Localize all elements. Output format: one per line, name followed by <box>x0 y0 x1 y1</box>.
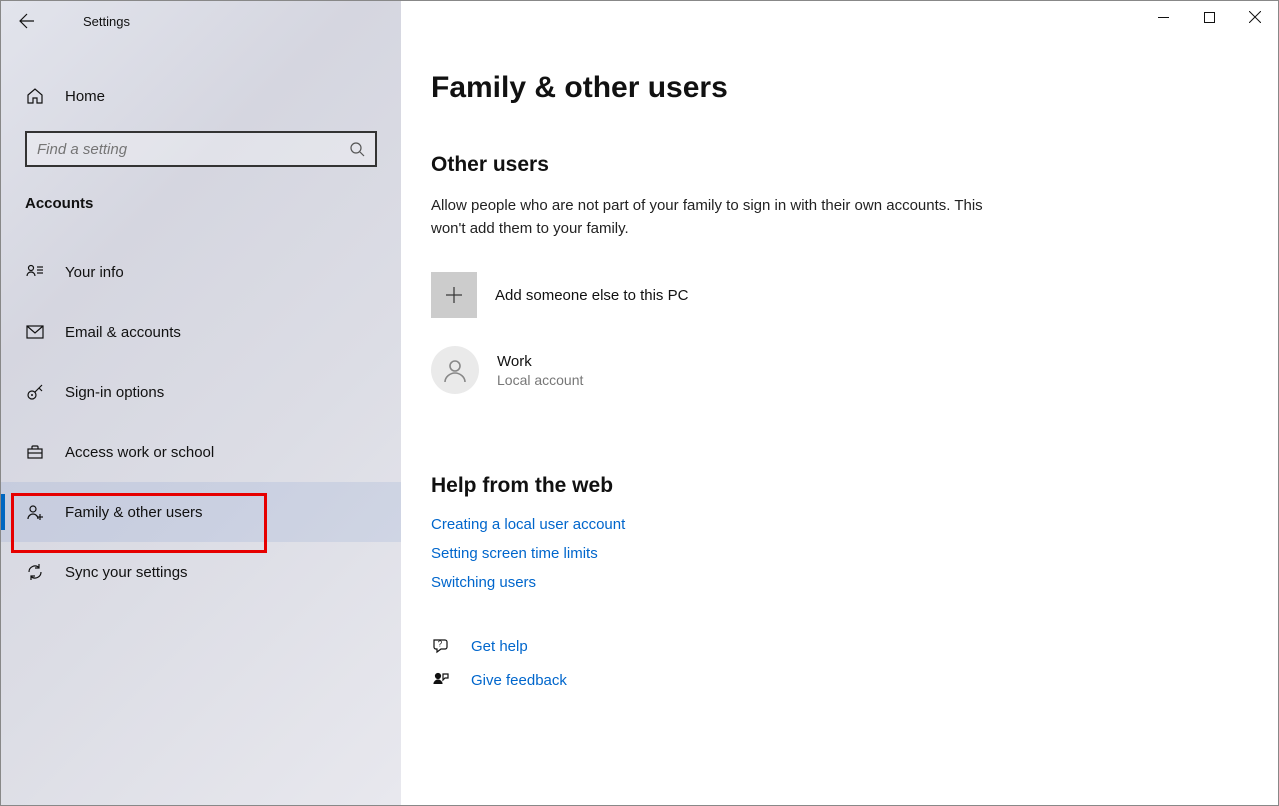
nav-item-family[interactable]: Family & other users <box>1 482 401 542</box>
search-box[interactable] <box>25 131 377 167</box>
nav-items: Your info Email & accounts Sign-in optio… <box>1 242 401 602</box>
help-link[interactable]: Setting screen time limits <box>431 545 1238 562</box>
main-content: Family & other users Other users Allow p… <box>401 1 1278 805</box>
key-icon <box>25 383 45 401</box>
maximize-button[interactable] <box>1186 1 1232 33</box>
minimize-icon <box>1158 12 1169 23</box>
nav-item-label: Sign-in options <box>65 384 164 401</box>
home-nav[interactable]: Home <box>1 71 401 121</box>
help-title: Help from the web <box>431 474 1238 498</box>
user-texts: Work Local account <box>497 353 583 388</box>
nav-item-label: Access work or school <box>65 444 214 461</box>
nav-item-signin[interactable]: Sign-in options <box>1 362 401 422</box>
close-button[interactable] <box>1232 1 1278 33</box>
nav-item-label: Family & other users <box>65 504 203 521</box>
add-user-button[interactable]: Add someone else to this PC <box>431 272 1238 318</box>
titlebar: Settings <box>1 1 401 41</box>
people-add-icon <box>25 503 45 521</box>
user-account-row[interactable]: Work Local account <box>431 346 1238 394</box>
home-icon <box>25 87 45 105</box>
person-icon <box>441 356 469 384</box>
other-users-title: Other users <box>431 153 1238 177</box>
nav-item-email[interactable]: Email & accounts <box>1 302 401 362</box>
give-feedback-link[interactable]: Give feedback <box>431 671 1238 689</box>
give-feedback-label: Give feedback <box>471 672 567 689</box>
footer-links: ? Get help Give feedback <box>431 637 1238 689</box>
help-links: Creating a local user account Setting sc… <box>431 516 1238 591</box>
other-users-desc: Allow people who are not part of your fa… <box>431 195 991 240</box>
briefcase-icon <box>25 443 45 461</box>
page-title: Family & other users <box>431 71 1238 105</box>
window-title: Settings <box>83 14 130 29</box>
add-user-label: Add someone else to this PC <box>495 287 688 304</box>
nav-item-label: Sync your settings <box>65 564 188 581</box>
search-icon <box>349 141 365 157</box>
nav-item-label: Your info <box>65 264 124 281</box>
minimize-button[interactable] <box>1140 1 1186 33</box>
close-icon <box>1249 11 1261 23</box>
nav-item-label: Email & accounts <box>65 324 181 341</box>
arrow-left-icon <box>19 13 35 29</box>
help-link[interactable]: Creating a local user account <box>431 516 1238 533</box>
get-help-link[interactable]: ? Get help <box>431 637 1238 655</box>
maximize-icon <box>1204 12 1215 23</box>
get-help-label: Get help <box>471 638 528 655</box>
feedback-icon <box>431 671 451 689</box>
user-name: Work <box>497 353 583 370</box>
back-button[interactable] <box>13 7 41 35</box>
person-lines-icon <box>25 263 45 281</box>
avatar <box>431 346 479 394</box>
user-subtitle: Local account <box>497 372 583 388</box>
plus-icon <box>443 284 465 306</box>
chat-help-icon: ? <box>431 637 451 655</box>
nav-item-work-school[interactable]: Access work or school <box>1 422 401 482</box>
nav-item-your-info[interactable]: Your info <box>1 242 401 302</box>
add-icon-box <box>431 272 477 318</box>
svg-text:?: ? <box>438 640 443 649</box>
sync-icon <box>25 563 45 581</box>
search-input[interactable] <box>37 141 349 158</box>
help-link[interactable]: Switching users <box>431 574 1238 591</box>
mail-icon <box>25 323 45 341</box>
sidebar: Settings Home Accounts Your info <box>1 1 401 805</box>
category-heading: Accounts <box>25 195 377 212</box>
window-controls <box>1140 1 1278 33</box>
nav-item-sync[interactable]: Sync your settings <box>1 542 401 602</box>
home-label: Home <box>65 88 105 105</box>
